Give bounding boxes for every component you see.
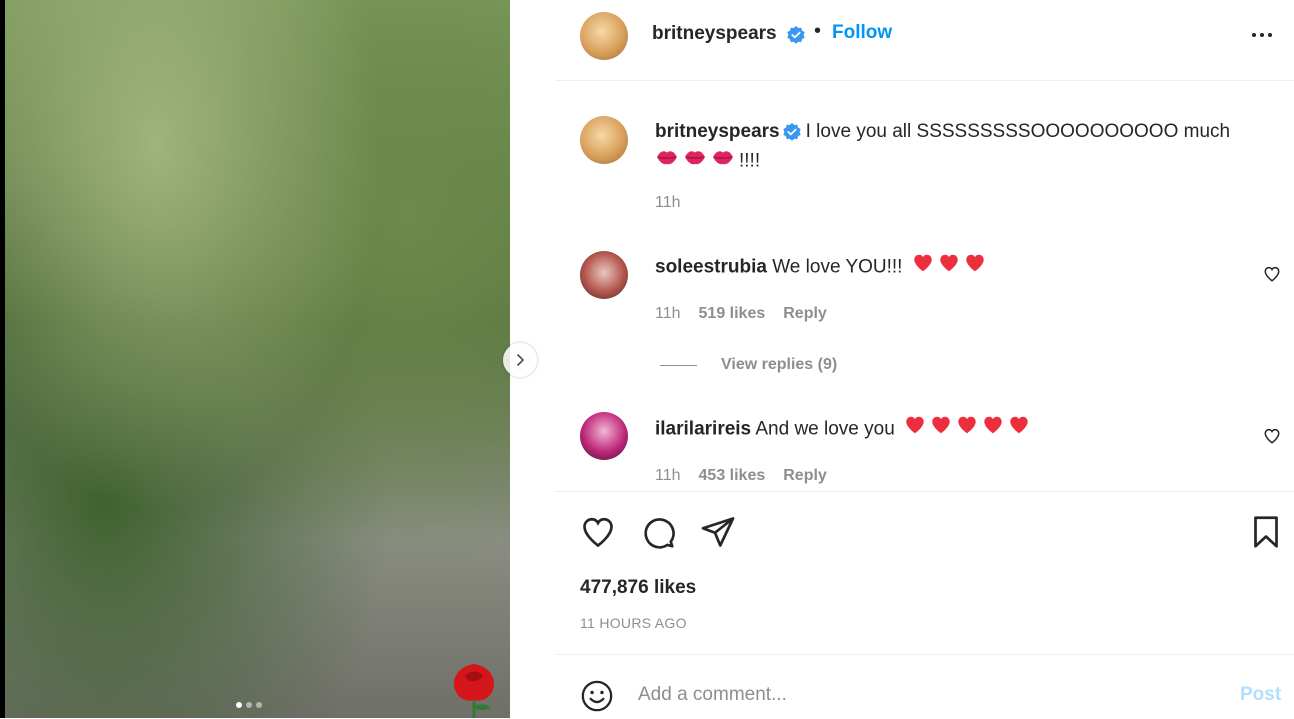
post-header: britneyspears • Follow: [555, 0, 1294, 81]
red-heart-emoji-icon: [938, 252, 960, 283]
heart-icon[interactable]: [1263, 265, 1281, 283]
red-heart-emoji-icon: [956, 414, 978, 445]
red-heart-emoji-icon: [904, 414, 926, 445]
caption-time[interactable]: 11h: [655, 194, 681, 212]
comment-username[interactable]: soleestrubia: [655, 257, 767, 278]
comment-likes[interactable]: 453 likes: [699, 467, 766, 485]
add-comment-bar: Post: [555, 654, 1294, 719]
comment-body: We love YOU!!!: [772, 256, 903, 278]
comment-body: And we love you: [755, 418, 895, 440]
post-actions: 477,876 likes 11 HOURS AGO: [555, 491, 1294, 655]
comment-time[interactable]: 11h: [655, 305, 681, 323]
carousel-next-button[interactable]: [503, 343, 537, 377]
lips-emoji-group: [655, 151, 739, 172]
comment-text: soleestrubia We love YOU!!!: [655, 252, 986, 283]
caption-body: I love you all SSSSSSSSSOOOOOOOOOO much: [805, 121, 1231, 142]
divider: [660, 364, 697, 366]
like-count[interactable]: 477,876 likes: [580, 577, 696, 599]
more-options-icon[interactable]: [1250, 23, 1274, 47]
carousel-dot: [246, 702, 252, 708]
post-media: [0, 0, 555, 718]
verified-badge-icon: [782, 122, 801, 141]
comment-text: ilarilarireis And we love you: [655, 414, 1030, 445]
view-replies-label: View replies (9): [721, 356, 838, 373]
avatar[interactable]: [580, 412, 628, 460]
caption-suffix: !!!!: [739, 150, 761, 172]
share-icon[interactable]: [700, 514, 736, 550]
comment-meta: 11h 519 likes Reply: [655, 305, 827, 323]
rose-sticker: [453, 664, 495, 718]
comment-icon[interactable]: [640, 514, 676, 550]
emoji-icon[interactable]: [580, 679, 614, 713]
verified-badge-icon: [787, 26, 805, 44]
comment-meta: 11h 453 likes Reply: [655, 467, 827, 485]
red-heart-emoji-icon: [964, 252, 986, 283]
reply-button[interactable]: Reply: [783, 305, 827, 323]
comment-time[interactable]: 11h: [655, 467, 681, 485]
avatar[interactable]: [580, 116, 628, 164]
heart-emoji-group: [900, 416, 1030, 440]
post-image[interactable]: [5, 0, 510, 718]
carousel-dot: [236, 702, 242, 708]
follow-button[interactable]: Follow: [832, 22, 892, 44]
red-heart-emoji-icon: [912, 252, 934, 283]
heart-emoji-group: [908, 254, 986, 278]
chevron-right-icon: [517, 354, 524, 366]
red-heart-emoji-icon: [982, 414, 1004, 445]
caption-username[interactable]: britneyspears: [655, 121, 780, 142]
carousel-dots: [236, 702, 262, 708]
post-details-panel: britneyspears • Follow britneyspears I l…: [555, 0, 1294, 718]
kiss-lips-emoji-icon: [655, 146, 679, 177]
reply-button[interactable]: Reply: [783, 467, 827, 485]
post-comment-button[interactable]: Post: [1240, 684, 1281, 706]
kiss-lips-emoji-icon: [683, 146, 707, 177]
caption-text: britneyspears I love you all SSSSSSSSSOO…: [655, 118, 1265, 177]
comment-username[interactable]: ilarilarireis: [655, 419, 751, 440]
post-timestamp[interactable]: 11 HOURS AGO: [580, 615, 687, 631]
post-author-username[interactable]: britneyspears: [652, 23, 777, 45]
heart-icon[interactable]: [580, 514, 616, 550]
avatar[interactable]: [580, 12, 628, 60]
header-separator: •: [814, 20, 822, 42]
red-heart-emoji-icon: [1008, 414, 1030, 445]
comment-input[interactable]: [638, 680, 1198, 710]
view-replies-button[interactable]: View replies (9): [660, 356, 837, 374]
red-heart-emoji-icon: [930, 414, 952, 445]
avatar[interactable]: [580, 251, 628, 299]
comment-likes[interactable]: 519 likes: [699, 305, 766, 323]
carousel-dot: [256, 702, 262, 708]
bookmark-icon[interactable]: [1248, 514, 1284, 550]
kiss-lips-emoji-icon: [711, 146, 735, 177]
heart-icon[interactable]: [1263, 427, 1281, 445]
